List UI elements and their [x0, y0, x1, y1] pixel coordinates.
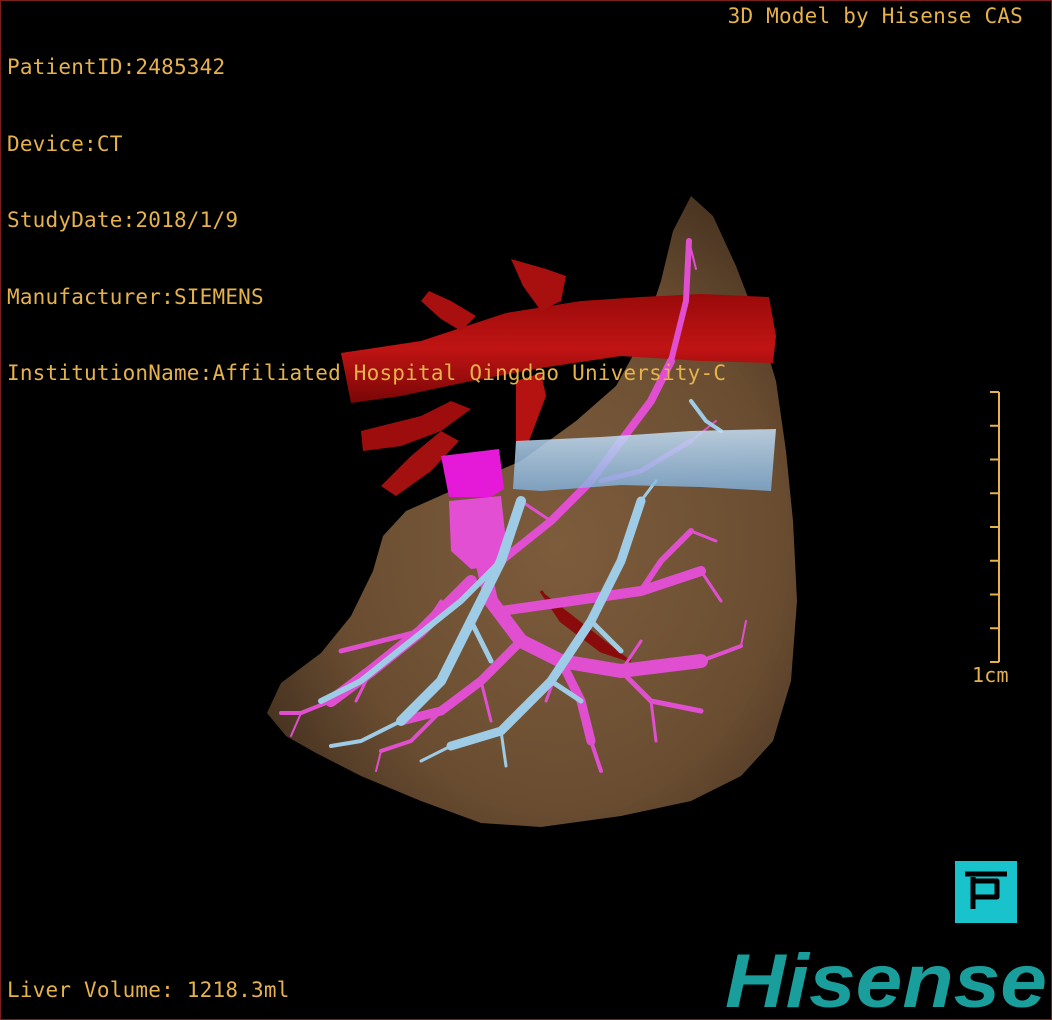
pan-p-button[interactable]: [955, 861, 1017, 923]
manufacturer-text: Manufacturer:SIEMENS: [7, 284, 264, 309]
portal-trunk-cap: [441, 449, 504, 497]
institution-text: InstitutionName:Affiliated Hospital Qing…: [7, 361, 727, 385]
model-credit-text: 3D Model by Hisense CAS: [727, 4, 1023, 28]
3d-viewport[interactable]: PatientID:2485342 Device:CT StudyDate:20…: [0, 0, 1052, 1020]
patient-id-text: PatientID:2485342: [7, 55, 226, 79]
liver-volume-text: Liver Volume: 1218.3ml: [7, 978, 290, 1002]
study-date-text: StudyDate:2018/1/9: [7, 208, 239, 232]
device-text: Device:CT: [7, 131, 123, 156]
patient-info-overlay: PatientID:2485342 Device:CT StudyDate:20…: [7, 4, 726, 438]
hisense-logo-text: Hisense: [725, 941, 1047, 1016]
scale-label: 1cm: [972, 663, 1009, 687]
scale-bar: [990, 391, 1000, 663]
hisense-logo: Hisense: [725, 941, 1047, 1016]
pan-p-icon: [965, 871, 1007, 909]
